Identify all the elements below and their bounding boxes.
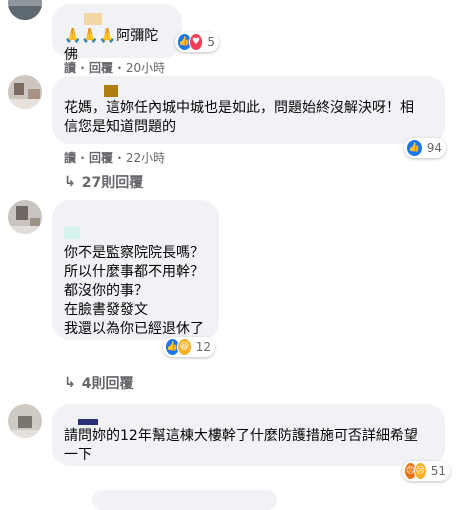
reaction-summary[interactable]: 👍 ♥ 5 [175, 32, 219, 52]
reaction-count: 94 [426, 141, 442, 155]
view-replies-button[interactable]: ↳ 4則回覆 [64, 373, 133, 393]
love-icon: ♥ [188, 33, 204, 51]
comment-bubble: 🙏🙏🙏阿彌陀佛 [52, 4, 182, 63]
avatar[interactable] [8, 0, 42, 20]
comment-bubble: 花媽，這妳任內城中城也是如此，問題始終沒解決呀！相 信您是知道問題的 [52, 76, 445, 144]
comment-text: 你不是監察院院長嗎？ 所以什麼事都不用幹？ 都沒你的事？ 在臉書發發文 我還以為… [64, 245, 204, 337]
reaction-count: 5 [207, 35, 215, 49]
reaction-summary[interactable]: 👍 😆 12 [163, 337, 215, 357]
reply-arrow-icon: ↳ [64, 375, 76, 391]
avatar[interactable] [8, 200, 42, 234]
reply-link[interactable]: 回覆 [89, 151, 113, 165]
reply-link[interactable]: 回覆 [89, 61, 113, 75]
comment-bubble [92, 490, 277, 510]
reaction-summary[interactable]: 👍 94 [404, 138, 446, 158]
reply-arrow-icon: ↳ [64, 174, 76, 190]
reaction-count: 51 [430, 464, 446, 478]
comment-text: 請問妳的12年幫這棟大樓幹了什麼防護措施可否詳細希望 一下 [64, 428, 418, 463]
commenter-name[interactable] [64, 224, 207, 239]
reaction-count: 12 [195, 340, 211, 354]
timestamp[interactable]: 20小時 [126, 61, 165, 75]
avatar[interactable] [8, 404, 42, 438]
commenter-name[interactable] [64, 82, 433, 97]
comment-bubble: 你不是監察院院長嗎？ 所以什麼事都不用幹？ 都沒你的事？ 在臉書發發文 我還以為… [52, 200, 219, 340]
timestamp[interactable]: 22小時 [126, 151, 165, 165]
comment-actions: 讀 · 回覆 · 22小時 [64, 151, 166, 165]
like-icon: 👍 [406, 139, 423, 157]
comment-text: 花媽，這妳任內城中城也是如此，問題始終沒解決呀！相 信您是知道問題的 [64, 100, 414, 135]
view-replies-button[interactable]: ↳ 27則回覆 [64, 172, 143, 192]
haha-icon: 😆 [176, 338, 192, 356]
avatar[interactable] [8, 75, 42, 109]
sad-icon: 😢 [413, 462, 427, 480]
read-link[interactable]: 讀 [64, 151, 76, 165]
reaction-summary[interactable]: 😠 😢 51 [402, 461, 450, 481]
comment-actions: 讀 · 回覆 · 20小時 [64, 61, 166, 75]
commenter-name[interactable] [64, 410, 433, 425]
comment-bubble: 請問妳的12年幫這棟大樓幹了什麼防護措施可否詳細希望 一下 [52, 404, 445, 466]
read-link[interactable]: 讀 [64, 61, 76, 75]
commenter-name[interactable] [64, 10, 170, 25]
